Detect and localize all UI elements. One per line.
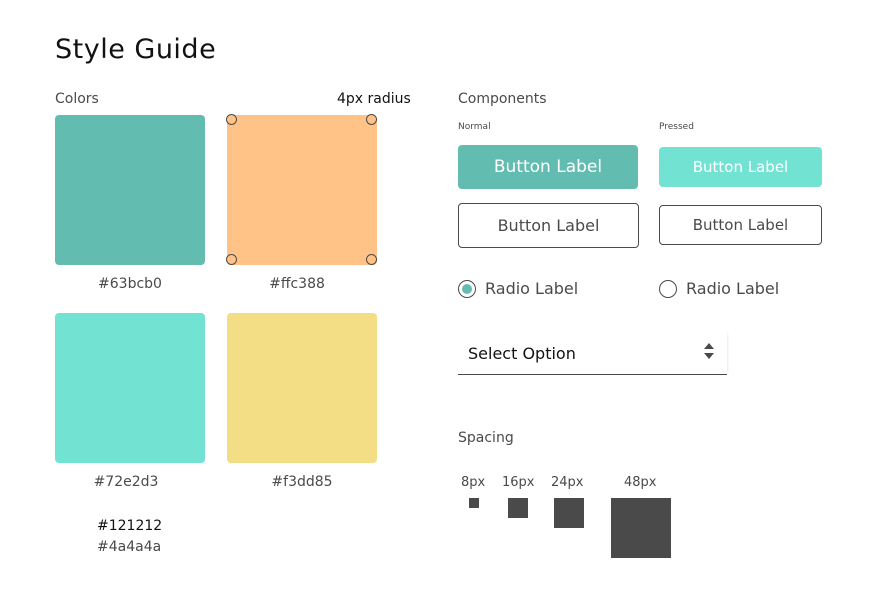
spacing-section-label: Spacing: [458, 430, 514, 446]
swatch-orange-hex: #ffc388: [269, 276, 325, 292]
select-dropdown[interactable]: Select Option: [458, 332, 727, 375]
radio-label: Radio Label: [686, 279, 780, 298]
radio-option-selected[interactable]: Radio Label: [458, 279, 578, 298]
spacing-label-48: 48px: [624, 475, 657, 490]
spacing-square-16: [508, 498, 528, 518]
spacing-label-16: 16px: [502, 475, 535, 490]
secondary-button-pressed[interactable]: Button Label: [659, 205, 822, 245]
swatch-aqua-hex: #72e2d3: [93, 474, 159, 490]
swatch-orange: [227, 115, 377, 265]
normal-state-label: Normal: [458, 122, 491, 132]
primary-button-pressed[interactable]: Button Label: [659, 147, 822, 187]
radius-corner-marker: [226, 254, 237, 265]
colors-section-label: Colors: [55, 91, 99, 107]
radio-unchecked-icon: [659, 279, 677, 298]
page-title: Style Guide: [55, 34, 217, 65]
radio-label: Radio Label: [485, 279, 579, 298]
radius-corner-marker: [366, 114, 377, 125]
swatch-yellow-hex: #f3dd85: [271, 474, 333, 490]
swatch-teal: [55, 115, 205, 265]
up-down-arrows-icon: [703, 341, 715, 365]
spacing-label-8: 8px: [461, 475, 486, 490]
select-value: Select Option: [468, 343, 576, 363]
radius-label: 4px radius: [337, 91, 411, 107]
text-color-gray: #4a4a4a: [97, 539, 162, 555]
swatch-teal-hex: #63bcb0: [98, 276, 162, 292]
swatch-aqua: [55, 313, 205, 463]
components-section-label: Components: [458, 91, 547, 107]
radius-corner-marker: [366, 254, 377, 265]
spacing-square-8: [469, 498, 479, 508]
radio-option-unselected[interactable]: Radio Label: [659, 279, 779, 298]
swatch-yellow: [227, 313, 377, 463]
spacing-square-24: [554, 498, 584, 528]
text-color-dark: #121212: [97, 518, 163, 534]
spacing-square-48: [611, 498, 671, 558]
primary-button[interactable]: Button Label: [458, 145, 638, 189]
radio-checked-icon: [458, 279, 476, 298]
pressed-state-label: Pressed: [659, 122, 694, 132]
spacing-label-24: 24px: [551, 475, 584, 490]
secondary-button[interactable]: Button Label: [458, 203, 639, 248]
radius-corner-marker: [226, 114, 237, 125]
